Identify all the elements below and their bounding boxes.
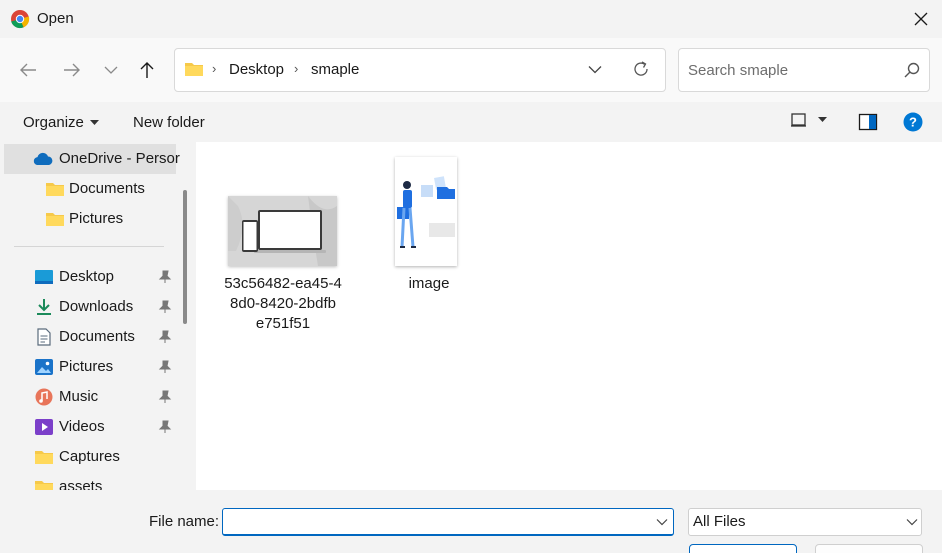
help-icon[interactable]: ? — [903, 112, 923, 132]
refresh-icon — [634, 61, 648, 76]
chevron-down-icon — [588, 65, 602, 73]
documents-icon — [37, 328, 51, 346]
breadcrumb-desktop[interactable]: Desktop — [229, 61, 284, 78]
cancel-button[interactable] — [815, 544, 923, 553]
refresh-button[interactable] — [630, 58, 652, 80]
breadcrumb-current-folder[interactable]: smaple — [311, 61, 359, 78]
chevron-down-icon — [656, 519, 668, 526]
pin-icon — [158, 270, 172, 283]
folder-icon — [35, 481, 53, 490]
folder-icon — [46, 213, 64, 226]
pin-icon — [158, 390, 172, 403]
file-thumbnail-laptop[interactable] — [228, 196, 337, 266]
folder-icon — [35, 451, 53, 464]
videos-icon — [35, 419, 53, 435]
pin-icon — [158, 330, 172, 343]
sidebar-item-label: Documents — [59, 328, 135, 345]
change-view-button[interactable] — [790, 112, 827, 128]
laptop-image — [228, 196, 337, 266]
title-bar — [0, 0, 942, 38]
sidebar-item-label: Videos — [59, 418, 105, 435]
illustration-image — [395, 157, 457, 266]
sidebar-item-pictures[interactable]: Pictures — [0, 352, 176, 382]
search-input[interactable] — [688, 60, 888, 80]
file-name-history-button[interactable] — [652, 512, 672, 532]
file-thumbnail-illustration[interactable] — [395, 157, 457, 266]
sidebar-item-videos[interactable]: Videos — [0, 412, 176, 442]
arrow-right-icon — [64, 63, 80, 77]
breadcrumb-separator: › — [212, 61, 217, 76]
file-name[interactable]: image — [390, 274, 468, 294]
chevron-down-icon — [104, 66, 118, 74]
file-name[interactable]: 53c56482-ea45-4 8d0-8420-2bdfb e751f51 — [218, 274, 348, 334]
sidebar-item-onedrive-documents[interactable]: Documents — [0, 174, 176, 204]
navigation-pane: OneDrive - Persor Documents Pictures Des… — [0, 142, 196, 490]
up-button[interactable] — [133, 56, 161, 84]
pictures-icon — [35, 359, 53, 375]
sidebar-item-label: assets — [59, 478, 103, 490]
sidebar-item-onedrive-pictures[interactable]: Pictures — [0, 204, 176, 234]
file-name-line: image — [408, 275, 450, 292]
forward-button[interactable] — [58, 56, 86, 84]
caret-down-icon — [818, 117, 827, 122]
file-type-value: All Files — [693, 513, 746, 530]
sidebar-item-onedrive[interactable]: OneDrive - Persor — [4, 144, 180, 174]
desktop-icon — [35, 270, 53, 284]
organize-button[interactable]: Organize — [23, 114, 99, 131]
open-button[interactable] — [689, 544, 797, 553]
close-button[interactable] — [906, 4, 936, 34]
sidebar-item-captures[interactable]: Captures — [0, 442, 176, 472]
pin-icon — [158, 360, 172, 373]
sidebar-divider — [14, 246, 164, 247]
sidebar-item-label: Pictures — [69, 210, 124, 227]
sidebar-item-downloads[interactable]: Downloads — [0, 292, 176, 322]
recent-locations-button[interactable] — [97, 56, 125, 84]
sidebar-item-documents[interactable]: Documents — [0, 322, 176, 352]
music-icon — [35, 388, 53, 406]
address-history-button[interactable] — [584, 58, 606, 80]
sidebar-scrollbar[interactable] — [183, 190, 187, 324]
sidebar-item-assets[interactable]: assets — [0, 472, 176, 490]
arrow-up-icon — [140, 62, 154, 78]
back-button[interactable] — [14, 56, 42, 84]
sidebar-item-label: Downloads — [59, 298, 134, 315]
chrome-icon — [11, 10, 30, 29]
chevron-down-icon — [906, 519, 918, 526]
sidebar-item-label: Music — [59, 388, 99, 405]
file-name-label: File name: — [149, 513, 220, 530]
file-type-dropdown-button[interactable] — [902, 512, 922, 532]
svg-text:?: ? — [909, 115, 917, 130]
sidebar-item-label: OneDrive - Persor — [59, 150, 180, 167]
file-name-line: 8d0-8420-2bdfb — [230, 295, 336, 312]
folder-icon — [185, 63, 203, 76]
window-title: Open — [37, 10, 74, 27]
downloads-icon — [37, 299, 51, 315]
close-icon — [914, 12, 928, 26]
onedrive-icon — [33, 152, 53, 165]
folder-icon — [46, 183, 64, 196]
file-name-line: 53c56482-ea45-4 — [224, 275, 342, 292]
view-icon — [791, 113, 806, 127]
preview-pane-icon[interactable] — [858, 112, 878, 132]
breadcrumb-separator: › — [294, 61, 299, 76]
sidebar-item-music[interactable]: Music — [0, 382, 176, 412]
sidebar-item-desktop[interactable]: Desktop — [0, 262, 176, 292]
file-name-input[interactable] — [222, 508, 674, 536]
organize-label: Organize — [23, 114, 84, 131]
sidebar-item-label: Desktop — [59, 268, 115, 285]
search-icon[interactable] — [902, 60, 922, 80]
pin-icon — [158, 420, 172, 433]
sidebar-item-label: Pictures — [59, 358, 114, 375]
sidebar-item-label: Documents — [69, 180, 145, 197]
new-folder-button[interactable]: New folder — [133, 114, 205, 131]
file-name-line: e751f51 — [255, 315, 311, 332]
caret-down-icon — [89, 119, 99, 125]
arrow-left-icon — [20, 63, 36, 77]
sidebar-item-label: Captures — [59, 448, 120, 465]
pin-icon — [158, 300, 172, 313]
